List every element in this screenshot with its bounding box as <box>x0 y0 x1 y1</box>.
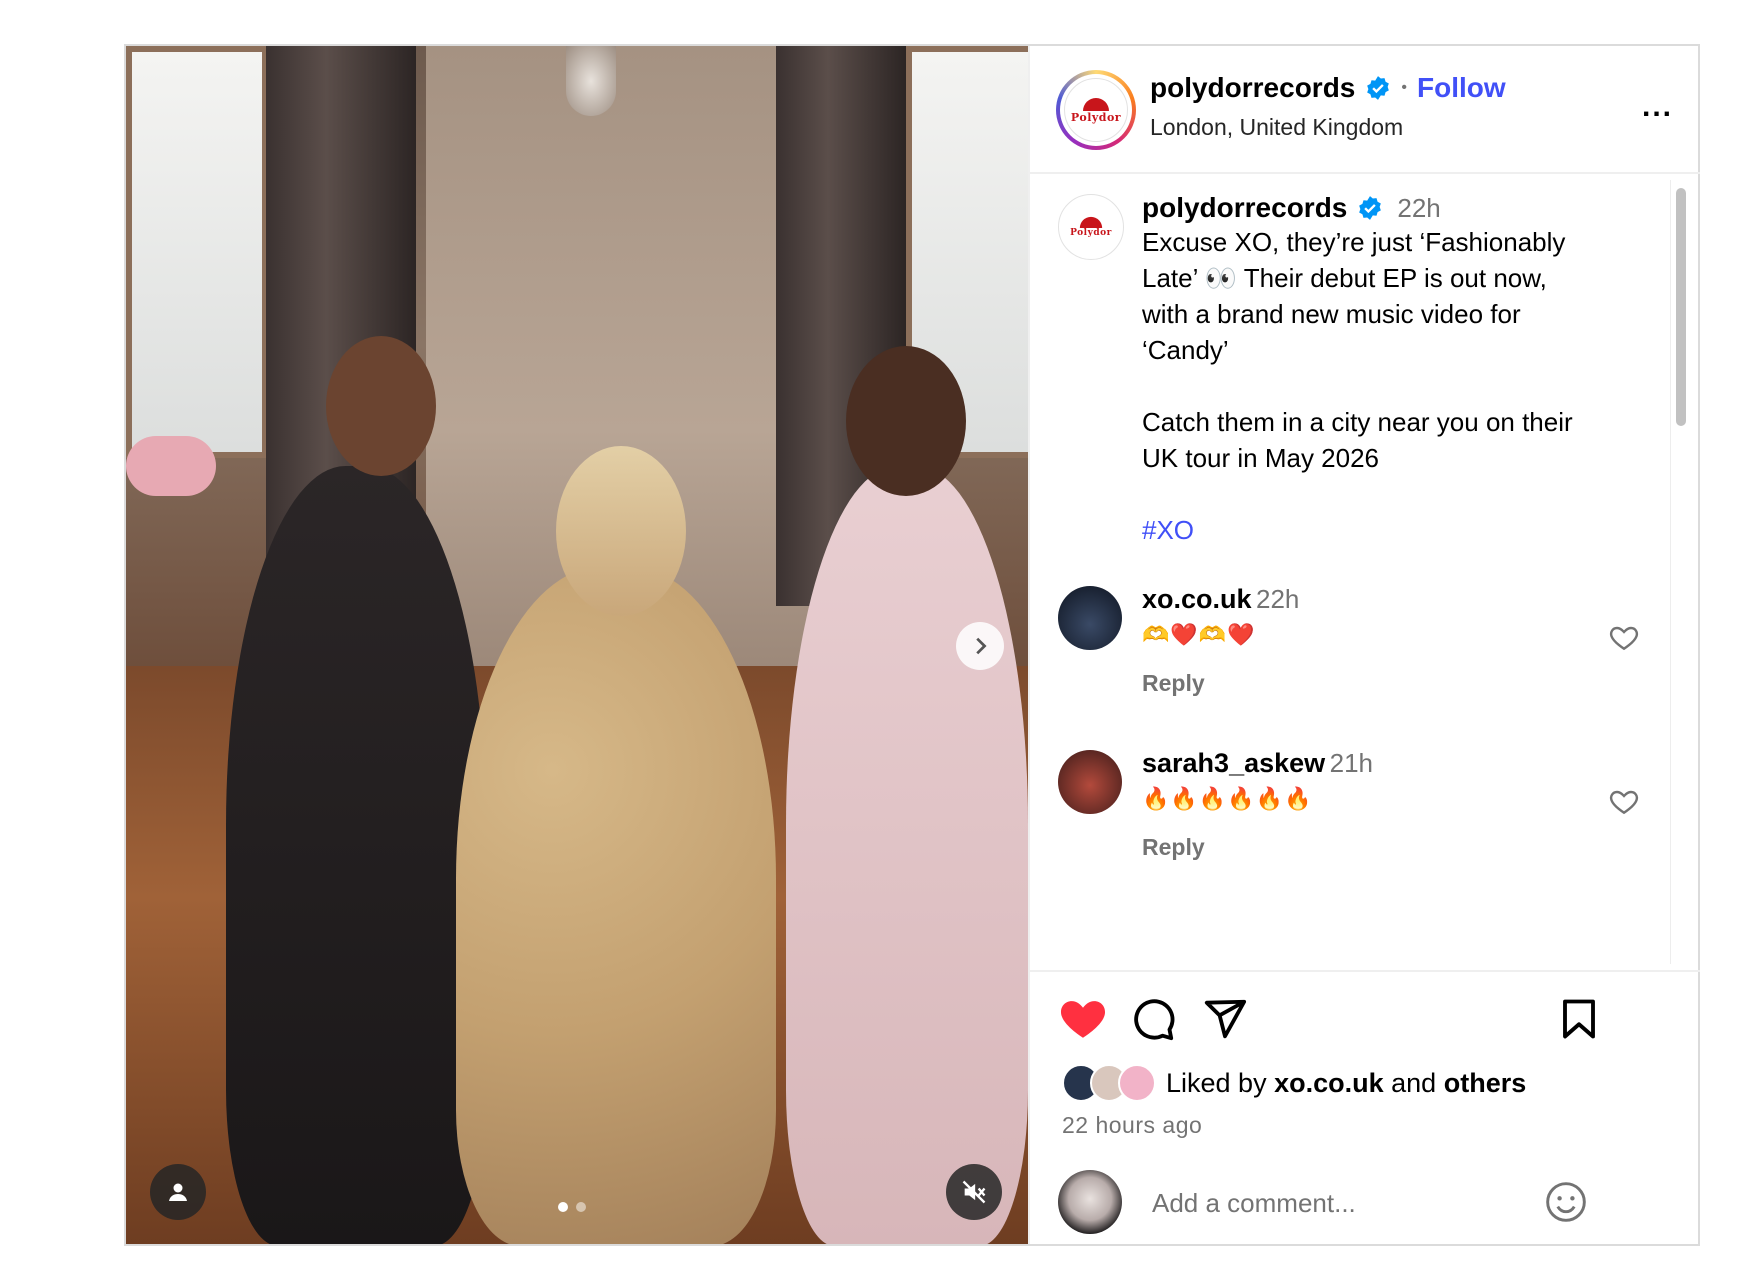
caption-line: UK tour in May 2026 <box>1142 443 1380 473</box>
add-comment-bar <box>1030 1162 1700 1244</box>
liked-by-user[interactable]: xo.co.uk <box>1274 1068 1384 1099</box>
user-tag-button[interactable] <box>150 1164 206 1220</box>
comments-section[interactable]: Polydor polydorrecords 22h Excuse XO, th… <box>1030 172 1700 972</box>
post-card: Polydor polydorrecords • Follow London, … <box>124 44 1700 1246</box>
comment-time: 21h <box>1329 748 1373 778</box>
verified-badge-icon <box>1359 196 1382 220</box>
comment-header: xo.co.uk 22h <box>1142 584 1299 615</box>
current-user-avatar[interactable] <box>1058 1170 1122 1234</box>
post-media-video[interactable] <box>126 46 1028 1244</box>
comment-avatar[interactable] <box>1058 586 1122 650</box>
comment-icon[interactable] <box>1130 996 1176 1042</box>
separator-dot: • <box>1401 79 1407 96</box>
carousel-indicator <box>558 1202 586 1212</box>
comment-text: 🔥🔥🔥🔥🔥🔥 <box>1142 786 1313 811</box>
dancer-center-head <box>556 446 686 616</box>
polydor-logo: Polydor <box>1064 78 1128 142</box>
reply-button[interactable]: Reply <box>1142 834 1205 861</box>
post-location[interactable]: London, United Kingdom <box>1150 114 1403 141</box>
verified-badge-icon <box>1367 76 1390 100</box>
follow-button[interactable]: Follow <box>1417 72 1506 104</box>
comment-header: sarah3_askew 21h <box>1142 748 1373 779</box>
post-timestamp[interactable]: 22 hours ago <box>1062 1112 1202 1139</box>
background-window <box>126 46 268 458</box>
header-title-row: polydorrecords • Follow <box>1150 72 1506 104</box>
reply-button[interactable]: Reply <box>1142 670 1205 697</box>
caption-header: polydorrecords 22h <box>1142 192 1441 224</box>
like-heart-icon[interactable] <box>1058 994 1108 1044</box>
muted-audio-icon <box>962 1180 986 1204</box>
logo-text: Polydor <box>1070 228 1112 238</box>
caption-line: Late’ 👀 Their debut EP is out now, <box>1142 263 1547 293</box>
pink-cushion <box>126 436 216 496</box>
caption-line: ‘Candy’ <box>1142 335 1229 365</box>
user-tag-icon <box>169 1183 187 1201</box>
chevron-right-icon <box>976 637 987 655</box>
post-actions: Liked by xo.co.uk and others 22 hours ag… <box>1030 972 1700 1244</box>
dancer-right-head <box>846 346 966 496</box>
logo-text: Polydor <box>1070 110 1122 124</box>
liked-by: Liked by xo.co.uk and others <box>1062 1064 1526 1102</box>
more-options-button[interactable]: ... <box>1642 90 1673 124</box>
carousel-dot[interactable] <box>558 1202 568 1212</box>
hashtag-link[interactable]: #XO <box>1142 512 1194 548</box>
comments-scrollbar[interactable] <box>1670 180 1689 964</box>
save-bookmark-icon[interactable] <box>1558 996 1600 1042</box>
dancer-right <box>786 466 1028 1244</box>
account-username[interactable]: polydorrecords <box>1150 72 1355 104</box>
like-comment-heart-icon[interactable] <box>1608 622 1640 654</box>
dancer-left-head <box>326 336 436 476</box>
carousel-dot[interactable] <box>576 1202 586 1212</box>
comment-username[interactable]: sarah3_askew <box>1142 748 1325 778</box>
scrollbar-thumb[interactable] <box>1676 188 1686 426</box>
caption-line: Excuse XO, they’re just ‘Fashionably <box>1142 227 1566 257</box>
liked-by-conjunction: and <box>1391 1067 1437 1098</box>
liked-avatars <box>1062 1064 1156 1102</box>
mute-toggle-button[interactable] <box>946 1164 1002 1220</box>
caption-username[interactable]: polydorrecords <box>1142 192 1347 224</box>
caption-avatar[interactable]: Polydor <box>1058 194 1124 260</box>
chandelier <box>566 46 616 116</box>
emoji-icon[interactable] <box>1544 1180 1588 1224</box>
comment-avatar[interactable] <box>1058 750 1122 814</box>
caption-time: 22h <box>1397 192 1441 223</box>
account-avatar[interactable]: Polydor <box>1056 70 1136 150</box>
liked-by-prefix: Liked by <box>1166 1067 1267 1098</box>
comment-text: 🫶❤️🫶❤️ <box>1142 622 1256 647</box>
dancer-center <box>456 566 776 1244</box>
share-send-icon[interactable] <box>1202 996 1248 1042</box>
liker-avatar[interactable] <box>1118 1064 1156 1102</box>
like-comment-heart-icon[interactable] <box>1608 786 1640 818</box>
dancer-left <box>226 466 486 1244</box>
caption-line: with a brand new music video for <box>1142 299 1521 329</box>
post-header: Polydor polydorrecords • Follow London, … <box>1030 46 1700 174</box>
polydor-logo-icon <box>1083 97 1109 111</box>
next-slide-button[interactable] <box>956 622 1004 670</box>
liked-by-others[interactable]: others <box>1444 1068 1527 1099</box>
avatar-inner: Polydor <box>1060 74 1132 146</box>
add-comment-input[interactable] <box>1150 1180 1574 1226</box>
comment-time: 22h <box>1255 584 1300 614</box>
comment-username[interactable]: xo.co.uk <box>1142 584 1252 614</box>
polydor-logo-icon <box>1079 216 1103 228</box>
post-side-panel: Polydor polydorrecords • Follow London, … <box>1028 46 1700 1244</box>
caption-line: Catch them in a city near you on their <box>1142 407 1573 437</box>
